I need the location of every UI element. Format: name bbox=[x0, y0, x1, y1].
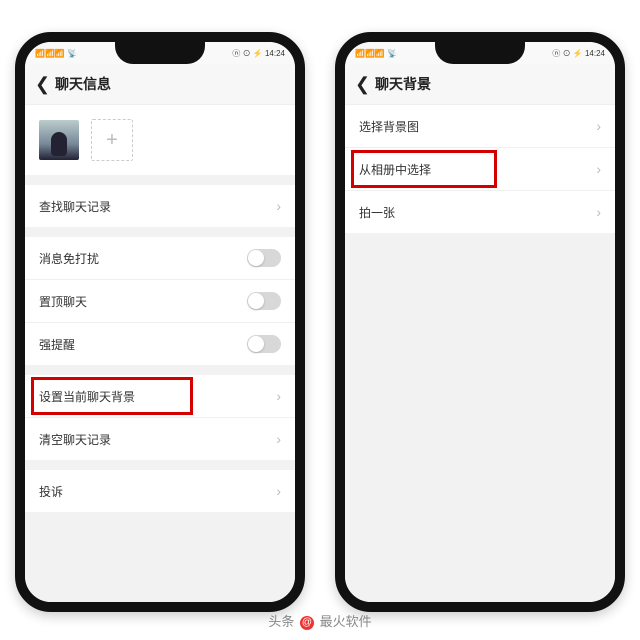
row-label: 强提醒 bbox=[39, 336, 75, 353]
content-body: + 查找聊天记录 › 消息免打扰 置顶聊天 强提醒 bbox=[25, 105, 295, 603]
watermark-at-icon: @ bbox=[300, 616, 314, 630]
chevron-right-icon: › bbox=[596, 204, 601, 220]
status-left: 📶📶📶 📡 bbox=[35, 49, 77, 58]
watermark-prefix: 头条 bbox=[268, 614, 294, 629]
row-label: 选择背景图 bbox=[359, 118, 419, 135]
status-left: 📶📶📶 📡 bbox=[355, 49, 397, 58]
row-label: 投诉 bbox=[39, 483, 63, 500]
add-member-button[interactable]: + bbox=[91, 119, 133, 161]
page-title: 聊天信息 bbox=[55, 74, 111, 94]
row-take-photo[interactable]: 拍一张 › bbox=[345, 191, 615, 233]
row-label: 查找聊天记录 bbox=[39, 198, 111, 215]
row-pin[interactable]: 置顶聊天 bbox=[25, 280, 295, 323]
row-label: 拍一张 bbox=[359, 204, 395, 221]
chevron-right-icon: › bbox=[596, 118, 601, 134]
content-body: 选择背景图 › 从相册中选择 › 拍一张 › bbox=[345, 105, 615, 603]
chevron-right-icon: › bbox=[276, 198, 281, 214]
header: ❮ 聊天背景 bbox=[345, 64, 615, 105]
switch-off[interactable] bbox=[247, 335, 281, 353]
row-search-history[interactable]: 查找聊天记录 › bbox=[25, 185, 295, 227]
row-strong-alert[interactable]: 强提醒 bbox=[25, 323, 295, 365]
row-mute[interactable]: 消息免打扰 bbox=[25, 237, 295, 280]
chevron-right-icon: › bbox=[276, 431, 281, 447]
avatar[interactable] bbox=[39, 120, 79, 160]
row-label: 消息免打扰 bbox=[39, 250, 99, 267]
chevron-right-icon: › bbox=[596, 161, 601, 177]
switch-off[interactable] bbox=[247, 249, 281, 267]
status-right: ⓝ ⊙ ⚡ 14:24 bbox=[552, 48, 605, 59]
chevron-right-icon: › bbox=[276, 388, 281, 404]
members-row: + bbox=[25, 105, 295, 175]
row-label: 清空聊天记录 bbox=[39, 431, 111, 448]
row-label: 设置当前聊天背景 bbox=[39, 388, 135, 405]
back-icon[interactable]: ❮ bbox=[35, 74, 55, 95]
notch bbox=[115, 42, 205, 64]
row-label: 置顶聊天 bbox=[39, 293, 87, 310]
header: ❮ 聊天信息 bbox=[25, 64, 295, 105]
watermark-name: 最火软件 bbox=[320, 614, 372, 629]
page-title: 聊天背景 bbox=[375, 74, 431, 94]
back-icon[interactable]: ❮ bbox=[355, 74, 375, 95]
phone-right: 📶📶📶 📡 ⓝ ⊙ ⚡ 14:24 ❮ 聊天背景 选择背景图 › 从相册中选择 … bbox=[335, 32, 625, 612]
chevron-right-icon: › bbox=[276, 483, 281, 499]
row-set-background[interactable]: 设置当前聊天背景 › bbox=[25, 375, 295, 418]
phone-left: 📶📶📶 📡 ⓝ ⊙ ⚡ 14:24 ❮ 聊天信息 + 查找聊天记录 › bbox=[15, 32, 305, 612]
row-label: 从相册中选择 bbox=[359, 161, 431, 178]
notch bbox=[435, 42, 525, 64]
watermark: 头条 @ 最火软件 bbox=[0, 611, 640, 630]
row-complaint[interactable]: 投诉 › bbox=[25, 470, 295, 512]
row-clear-history[interactable]: 清空聊天记录 › bbox=[25, 418, 295, 460]
switch-off[interactable] bbox=[247, 292, 281, 310]
row-from-album[interactable]: 从相册中选择 › bbox=[345, 148, 615, 191]
status-right: ⓝ ⊙ ⚡ 14:24 bbox=[232, 48, 285, 59]
row-choose-bg[interactable]: 选择背景图 › bbox=[345, 105, 615, 148]
